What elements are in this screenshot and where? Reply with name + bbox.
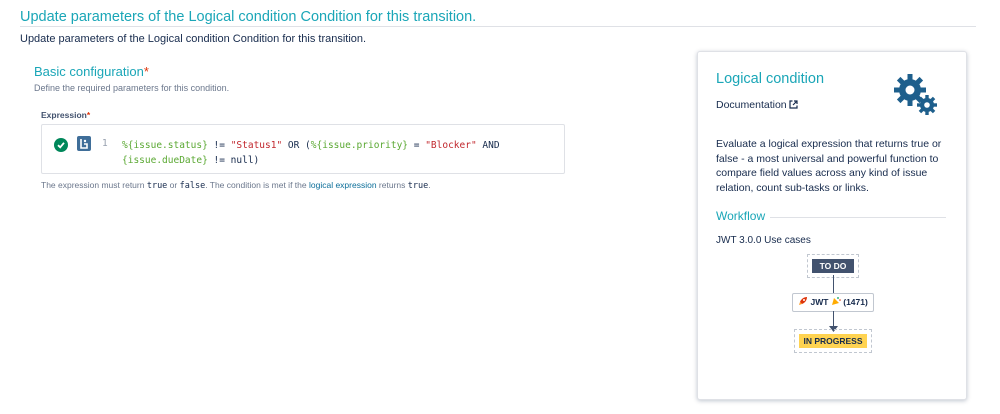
- documentation-link[interactable]: Documentation: [716, 99, 798, 111]
- workflow-divider: [770, 217, 946, 218]
- panel-description: Evaluate a logical expression that retur…: [716, 138, 942, 194]
- section-description: Define the required parameters for this …: [34, 83, 230, 93]
- use-cases-label: JWT 3.0.0 Use cases: [716, 235, 811, 246]
- code-token: AND: [476, 140, 500, 151]
- transition-name: JWT: [810, 297, 829, 307]
- expression-label-text: Expression: [41, 110, 87, 120]
- panel-title: Logical condition: [716, 71, 825, 87]
- party-icon: [831, 297, 841, 305]
- expression-editor[interactable]: 1 %{issue.status} != "Status1" OR (%{iss…: [41, 124, 565, 174]
- required-marker: *: [143, 64, 149, 79]
- help-text: . The condition is met if the: [205, 180, 309, 190]
- rocket-icon: [799, 297, 808, 305]
- required-marker: *: [86, 110, 91, 120]
- help-text: returns: [376, 180, 408, 190]
- workflow-title: Workflow: [716, 209, 766, 223]
- code-token: =: [408, 140, 426, 151]
- gears-icon: [894, 74, 937, 115]
- code-token: OR (: [282, 140, 311, 151]
- status-todo: TO DO: [812, 259, 854, 273]
- help-text: .: [428, 180, 431, 190]
- code-token: !=: [207, 140, 231, 151]
- code-token: %{issue.priority}: [310, 140, 409, 151]
- transition-count: (1471): [843, 297, 868, 307]
- code-token: %{issue.status}: [122, 140, 208, 151]
- documentation-label: Documentation: [716, 99, 787, 111]
- help-text: or: [167, 180, 180, 190]
- expression-help-text: The expression must return true or false…: [41, 180, 431, 191]
- code-token: "Status1": [230, 140, 283, 151]
- help-text: The expression must return: [41, 180, 147, 190]
- flow-connector: [833, 275, 834, 293]
- code-token: {issue.dueDate}: [122, 155, 208, 166]
- external-link-icon: [789, 100, 798, 109]
- help-code: false: [179, 181, 206, 191]
- status-in-progress: IN PROGRESS: [799, 334, 867, 348]
- code-token: "Blocker": [425, 140, 477, 151]
- help-code: true: [146, 181, 168, 191]
- basic-configuration-title: Basic configuration*: [34, 64, 149, 79]
- check-valid-icon: [54, 138, 68, 152]
- expression-label: Expression*: [41, 110, 90, 120]
- page-subtitle: Update parameters of the Logical conditi…: [20, 33, 367, 45]
- logical-expression-link[interactable]: logical expression: [309, 180, 377, 190]
- section-title-text: Basic configuration: [34, 64, 144, 79]
- info-panel: Logical condition Documentation Evaluate…: [697, 51, 967, 400]
- expression-code[interactable]: %{issue.status} != "Status1" OR (%{issue…: [122, 138, 500, 168]
- page-header: Update parameters of the Logical conditi…: [20, 8, 976, 27]
- line-number: 1: [102, 138, 108, 149]
- transition-box[interactable]: JWT (1471): [792, 293, 874, 312]
- page-title: Update parameters of the Logical conditi…: [20, 9, 477, 25]
- expression-helper-icon[interactable]: [77, 136, 91, 151]
- code-token: != null): [207, 155, 260, 166]
- help-code: true: [407, 181, 429, 191]
